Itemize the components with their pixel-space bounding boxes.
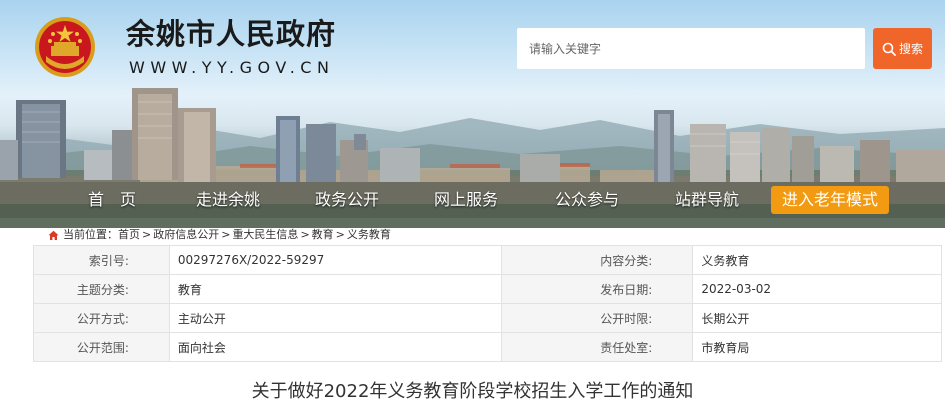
breadcrumb-link-education[interactable]: 教育 [312,228,334,242]
info-value-topic-category: 教育 [168,274,502,304]
nav-item-public-participation[interactable]: 公众参与 [555,184,619,216]
breadcrumb-link-compulsory-education[interactable]: 义务教育 [347,228,391,242]
info-value-disclosure-method: 主动公开 [168,303,502,333]
article-title: 关于做好2022年义务教育阶段学校招生入学工作的通知 [251,381,694,402]
site-title: 余姚市人民政府 [126,17,337,51]
table-row: 索引号: 00297276X/2022-59297 内容分类: 义务教育 [33,245,942,275]
info-value-content-category: 义务教育 [692,245,942,275]
info-key-responsible-office: 责任处室: [500,332,694,362]
breadcrumb-separator: > [221,228,231,241]
search-button-label: 搜索 [898,42,923,56]
table-row: 主题分类: 教育 发布日期: 2022-03-02 [33,274,942,304]
info-value-publish-date: 2022-03-02 [692,274,942,304]
breadcrumb-separator: > [142,228,152,241]
header-banner: 余姚市人民政府 WWW.YY.GOV.CN 搜索 首 页 走进余姚 政务公开 网… [0,0,945,228]
info-key-content-category: 内容分类: [500,245,694,275]
nav-item-site-navigation[interactable]: 站群导航 [675,184,739,216]
table-row: 公开方式: 主动公开 公开时限: 长期公开 [33,303,942,333]
info-key-topic-category: 主题分类: [33,274,170,304]
breadcrumb-link-info-disclosure[interactable]: 政府信息公开 [153,228,219,242]
nav-item-online-services[interactable]: 网上服务 [434,184,498,216]
nav-item-about-yuyao[interactable]: 走进余姚 [196,184,260,216]
table-row: 公开范围: 面向社会 责任处室: 市教育局 [33,332,942,362]
info-key-disclosure-method: 公开方式: [33,303,170,333]
nav-item-home[interactable]: 首 页 [88,184,136,216]
info-value-responsible-office: 市教育局 [692,332,942,362]
document-info-table: 索引号: 00297276X/2022-59297 内容分类: 义务教育 主题分… [33,245,942,362]
home-icon [48,230,59,240]
info-key-disclosure-scope: 公开范围: [33,332,170,362]
breadcrumb-link-livelihood[interactable]: 重大民生信息 [232,228,298,242]
elder-mode-button[interactable]: 进入老年模式 [771,186,889,214]
info-value-disclosure-period: 长期公开 [692,303,942,333]
breadcrumb-prefix: 当前位置： [63,228,118,241]
nav-item-government-affairs[interactable]: 政务公开 [315,184,379,216]
breadcrumb-link-home[interactable]: 首页 [118,228,140,242]
breadcrumb-separator: > [335,228,345,241]
search-icon [882,42,896,56]
breadcrumb: 当前位置： 首页 > 政府信息公开 > 重大民生信息 > 教育 > 义务教育 [48,228,391,242]
info-key-disclosure-period: 公开时限: [500,303,694,333]
site-domain: WWW.YY.GOV.CN [129,58,335,77]
breadcrumb-separator: > [300,228,310,241]
info-value-disclosure-scope: 面向社会 [168,332,502,362]
info-key-index-number: 索引号: [33,245,170,275]
national-emblem-icon [35,17,95,77]
info-value-index-number: 00297276X/2022-59297 [168,245,502,275]
search-button[interactable]: 搜索 [873,28,932,69]
info-key-publish-date: 发布日期: [500,274,694,304]
search-input[interactable] [517,28,865,69]
